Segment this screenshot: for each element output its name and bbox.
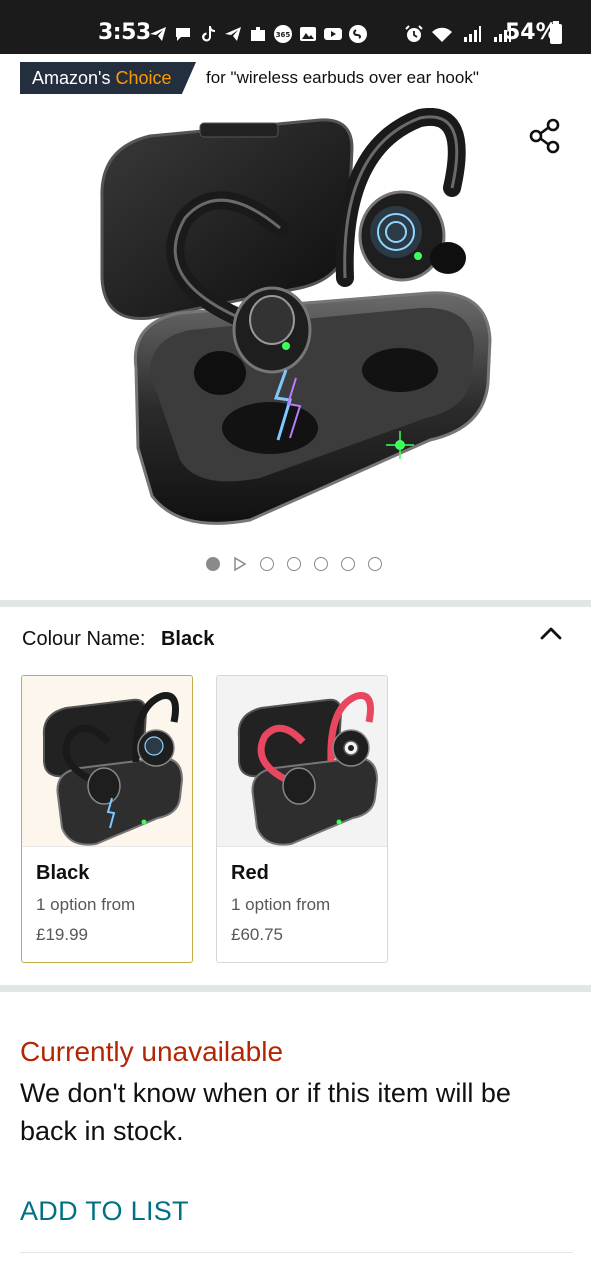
swatch-image-black	[22, 676, 192, 847]
alarm-icon	[405, 25, 423, 42]
badge-keyword: for "wireless earbuds over ear hook"	[206, 68, 479, 87]
puzzle-icon	[251, 27, 265, 41]
youtube-icon	[324, 28, 342, 40]
status-time: 3:53	[98, 20, 151, 45]
availability-description: We don't know when or if this item will …	[20, 1078, 511, 1146]
bottom-divider	[20, 1252, 573, 1253]
tiktok-icon	[202, 26, 215, 42]
wifi-icon	[432, 27, 452, 42]
badge-prefix: Amazon's	[32, 68, 111, 88]
chat-icon	[176, 28, 190, 41]
swatch-earbuds-black-image	[42, 692, 184, 846]
pager-dot[interactable]	[314, 557, 328, 571]
swatch-price: £60.75	[231, 925, 283, 944]
battery-icon	[550, 21, 562, 44]
colour-option-red[interactable]: Red 1 option from £60.75	[216, 675, 388, 963]
availability-status: Currently unavailable	[20, 1036, 284, 1067]
status-bar: 3:53 365 54%	[0, 0, 591, 54]
swatch-option-count: 1 option from	[36, 895, 136, 914]
share-icon[interactable]	[528, 118, 562, 154]
pager-dot[interactable]	[287, 557, 301, 571]
app-365-icon: 365	[274, 25, 292, 43]
gallery-icon	[300, 27, 316, 41]
colour-selected-value: Black	[160, 628, 215, 650]
shazam-icon	[349, 25, 367, 43]
swatch-name: Red	[231, 862, 269, 884]
image-pager	[206, 555, 382, 573]
add-to-list-button[interactable]: ADD TO LIST	[20, 1196, 189, 1227]
pager-dot[interactable]	[368, 557, 382, 571]
product-image[interactable]	[90, 108, 500, 528]
colour-label: Colour Name:	[22, 628, 146, 650]
pager-dot[interactable]	[341, 557, 355, 571]
telegram-icon	[225, 27, 241, 41]
telegram-icon	[150, 27, 166, 41]
section-divider	[0, 985, 591, 992]
svg-text:365: 365	[276, 31, 291, 39]
badge-choice: Choice	[115, 68, 172, 88]
notification-icons: 365	[148, 20, 368, 48]
amazons-choice-badge: Amazon's Choice	[20, 62, 196, 94]
colour-option-black[interactable]: Black 1 option from £19.99	[21, 675, 193, 963]
signal-icon	[464, 26, 481, 42]
chevron-up-icon[interactable]	[538, 622, 564, 644]
system-icons	[404, 20, 514, 48]
pager-dot[interactable]	[206, 557, 220, 571]
swatch-option-count: 1 option from	[231, 895, 331, 914]
swatch-earbuds-red-image	[237, 692, 379, 846]
swatch-image-red	[217, 676, 387, 847]
swatch-price: £19.99	[36, 925, 88, 944]
video-play-icon[interactable]	[233, 557, 247, 571]
section-divider	[0, 600, 591, 607]
colour-heading: Colour Name: Black	[22, 628, 214, 651]
pager-dot[interactable]	[260, 557, 274, 571]
swatch-name: Black	[36, 862, 90, 884]
